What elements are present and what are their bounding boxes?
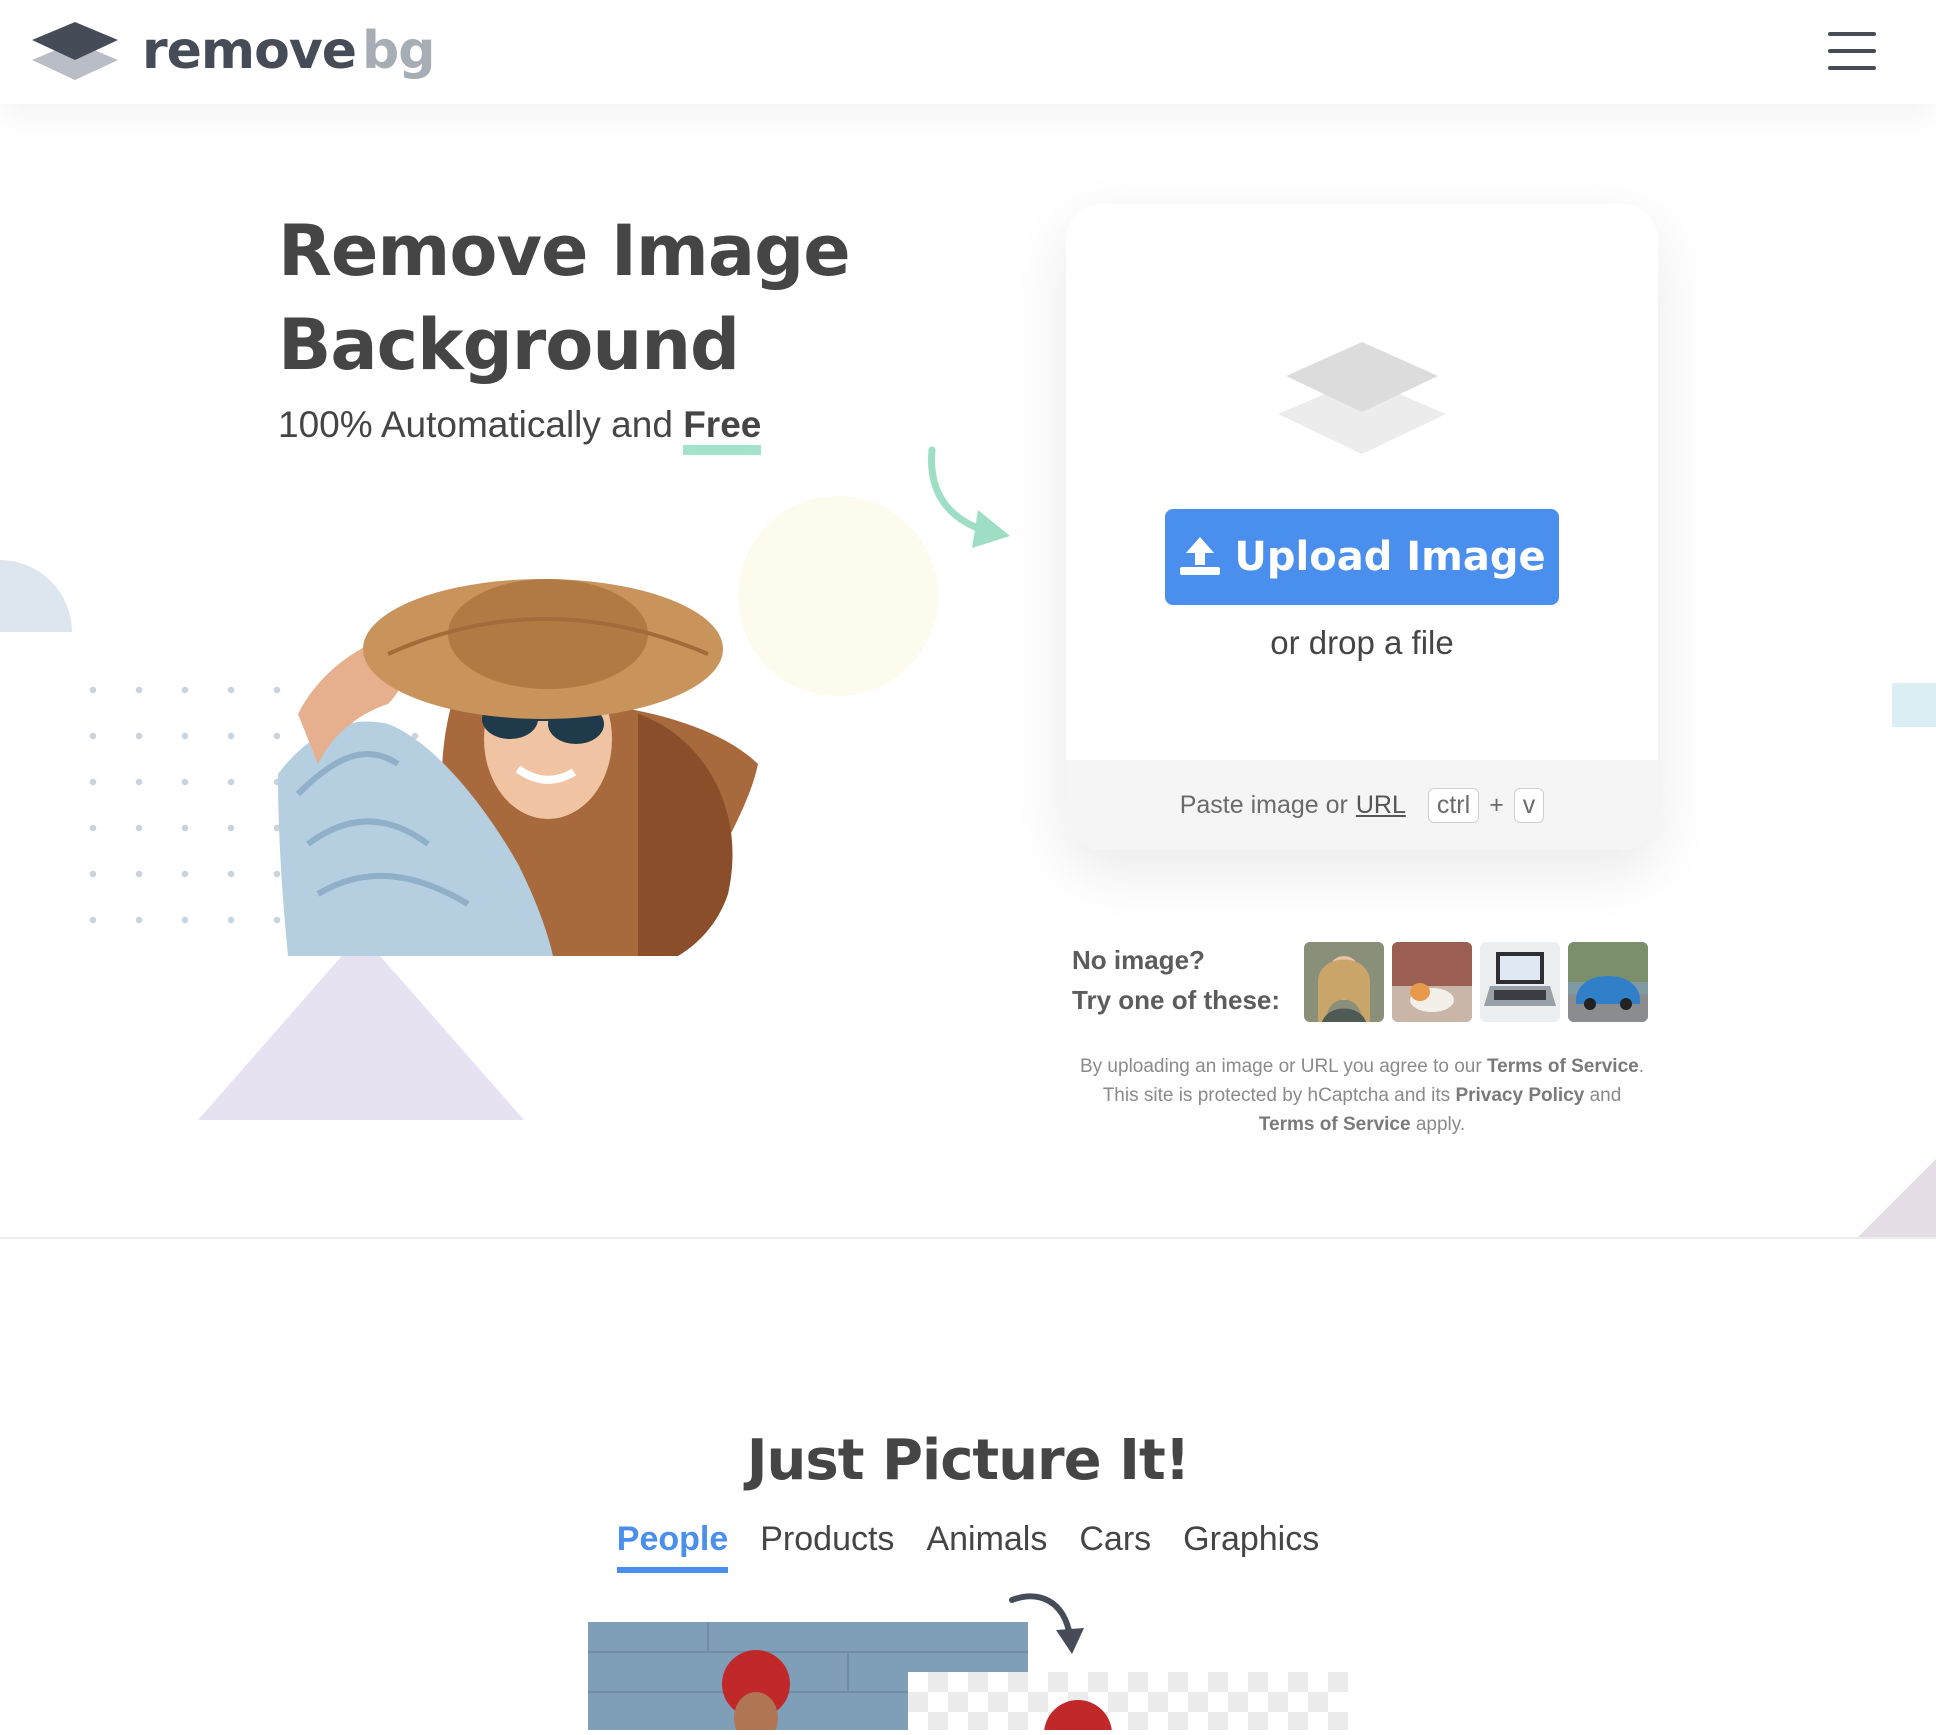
legal-notice: By uploading an image or URL you agree t… [1079,1056,1644,1135]
layers-upload-icon [1278,342,1446,454]
decorative-corner-triangle [1856,1159,1936,1238]
sample-cat-thumbnail[interactable] [1392,942,1472,1022]
layers-logo-icon [32,22,118,80]
upload-card[interactable]: Upload Image or drop a file Paste image … [1066,204,1658,850]
demo-transparent-result [908,1672,1348,1735]
paste-text: Paste image or [1179,790,1348,819]
ctrl-key: ctrl [1427,787,1480,823]
privacy-policy-link[interactable]: Privacy Policy [1455,1085,1584,1106]
tab-graphics[interactable]: Graphics [1183,1520,1319,1573]
sample-thumbnails [1304,942,1648,1022]
logo-wordmark: remove bg [142,21,435,81]
paste-hint: Paste image or URL ctrl + v [1066,760,1658,850]
upload-image-button[interactable]: Upload Image [1165,509,1559,605]
tab-cars[interactable]: Cars [1079,1520,1151,1573]
woman-with-hat-image [278,579,758,956]
curved-arrow-icon [1009,1593,1084,1654]
key-plus: + [1489,790,1504,819]
terms-link-1[interactable]: Terms of Service [1487,1056,1639,1077]
section-divider [0,1237,1936,1239]
v-key: v [1513,787,1545,823]
page-title: Remove Image Background [278,210,851,386]
top-header: remove bg [0,0,1936,104]
tab-animals[interactable]: Animals [926,1520,1047,1573]
section-title: Just Picture It! [746,1428,1191,1493]
decorative-triangle [198,934,524,1120]
paste-url-link[interactable]: URL [1356,791,1406,820]
sample-images-label: No image? Try one of these: [1072,945,1281,1015]
tab-people[interactable]: People [616,1520,729,1573]
hero-subtitle: 100% Automatically and Free [278,404,762,445]
hamburger-menu-icon[interactable] [1828,32,1876,70]
free-highlight: Free [683,404,762,445]
terms-link-2[interactable]: Terms of Service [1259,1114,1411,1135]
sample-car-thumbnail[interactable] [1568,942,1648,1022]
upload-button-label: Upload Image [1234,534,1546,580]
sample-laptop-thumbnail[interactable] [1480,942,1560,1022]
category-tabs: People Products Animals Cars Graphics [0,1520,1936,1573]
sample-woman-thumbnail[interactable] [1304,942,1384,1022]
removebg-logo[interactable]: remove bg [32,20,435,82]
green-arrow-icon [928,446,1010,548]
upload-arrow-icon [1180,537,1221,575]
hero-section: Remove Image Background 100% Automaticall… [0,104,1936,1238]
drop-file-text: or drop a file [1270,624,1454,661]
tab-products[interactable]: Products [760,1520,894,1573]
decorative-half-circle [0,560,72,632]
decorative-square [1892,683,1936,727]
